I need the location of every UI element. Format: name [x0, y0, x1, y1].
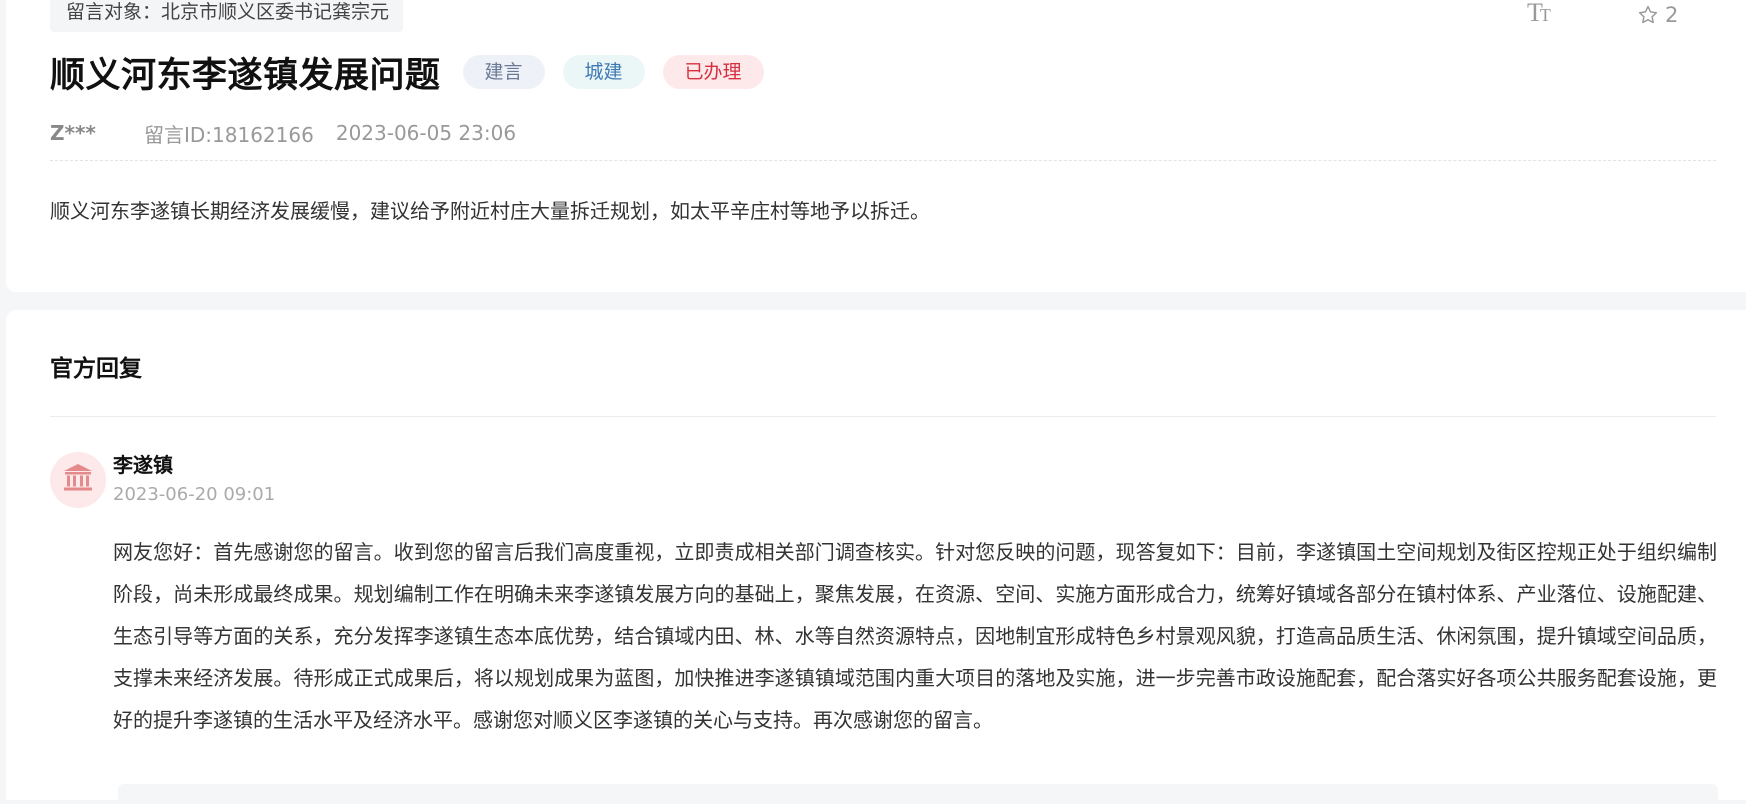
author-name: Z*** [50, 121, 96, 145]
title-row: 顺义河东李遂镇发展问题 建言 城建 已办理 [50, 44, 764, 100]
message-meta: Z*** 留言ID:18162166 2023-06-05 23:06 [50, 118, 516, 148]
font-size-icon-small: T [1539, 5, 1551, 25]
type-badge: 建言 [462, 55, 545, 89]
star-outline-icon [1637, 4, 1659, 26]
message-id: 留言ID:18162166 [144, 122, 314, 147]
message-target-label: 留言对象：北京市顺义区委书记龚宗元 [50, 0, 404, 32]
replier-avatar [50, 452, 106, 508]
message-content: 顺义河东李遂镇长期经济发展缓慢，建议给予附近村庄大量拆迁规划，如太平辛庄村等地予… [50, 199, 930, 223]
replier-name: 李遂镇 [113, 453, 173, 477]
reply-heading: 官方回复 [50, 356, 142, 382]
favorite-count: 2 [1665, 3, 1679, 27]
font-size-icon-big: T [1527, 0, 1543, 27]
next-section-edge [118, 784, 1718, 804]
reply-body: 网友您好：首先感谢您的留言。收到您的留言后我们高度重视，立即责成相关部门调查核实… [113, 540, 1717, 732]
reply-time: 2023-06-20 09:01 [113, 484, 276, 505]
font-size-icon[interactable]: TT [1527, 0, 1551, 28]
reply-divider [50, 416, 1716, 417]
favorite-button[interactable]: 2 [1637, 2, 1678, 28]
message-title: 顺义河东李遂镇发展问题 [50, 55, 441, 96]
meta-divider [50, 160, 1716, 161]
government-building-icon [62, 463, 94, 497]
message-time: 2023-06-05 23:06 [335, 121, 517, 145]
status-badge: 已办理 [662, 55, 764, 89]
category-badge: 城建 [562, 55, 645, 89]
